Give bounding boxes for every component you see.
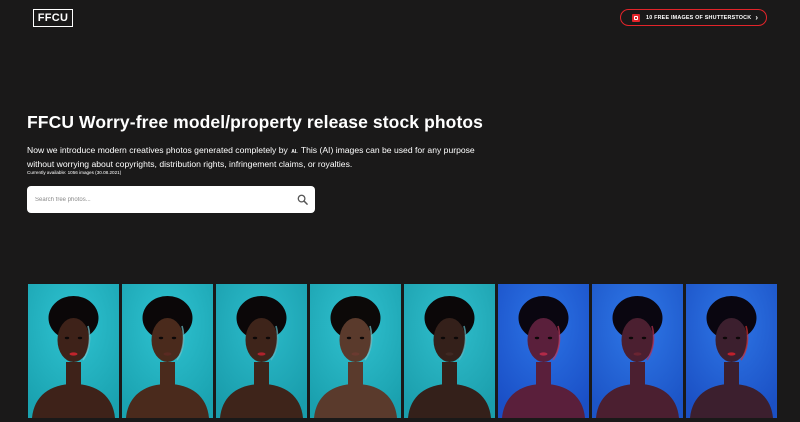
gallery-photo[interactable] bbox=[592, 284, 683, 418]
promo-label: 10 FREE IMAGES OF SHUTTERSTOCK bbox=[646, 14, 752, 21]
intro-text-part-1: Now we introduce modern creatives photos… bbox=[27, 145, 288, 155]
intro-text: Now we introduce modern creatives photos… bbox=[27, 145, 487, 170]
gallery-photo[interactable] bbox=[404, 284, 495, 418]
gallery-photo[interactable] bbox=[686, 284, 777, 418]
search-bar[interactable] bbox=[27, 186, 315, 213]
ai-label: AI. bbox=[291, 149, 298, 155]
gallery-photo[interactable] bbox=[28, 284, 119, 418]
image-count-text: Currently available: 1056 images (30.08.… bbox=[27, 170, 122, 175]
gallery-photo[interactable] bbox=[216, 284, 307, 418]
photo-gallery bbox=[28, 284, 778, 418]
gallery-photo[interactable] bbox=[498, 284, 589, 418]
gallery-photo[interactable] bbox=[310, 284, 401, 418]
page-title: FFCU Worry-free model/property release s… bbox=[27, 112, 483, 132]
shutterstock-icon bbox=[632, 13, 640, 22]
gallery-photo[interactable] bbox=[122, 284, 213, 418]
shutterstock-promo-button[interactable]: 10 FREE IMAGES OF SHUTTERSTOCK › bbox=[620, 9, 767, 26]
search-icon[interactable] bbox=[297, 194, 308, 205]
site-logo[interactable]: FFCU bbox=[33, 9, 73, 27]
search-input[interactable] bbox=[35, 196, 297, 203]
chevron-right-icon: › bbox=[755, 12, 759, 22]
